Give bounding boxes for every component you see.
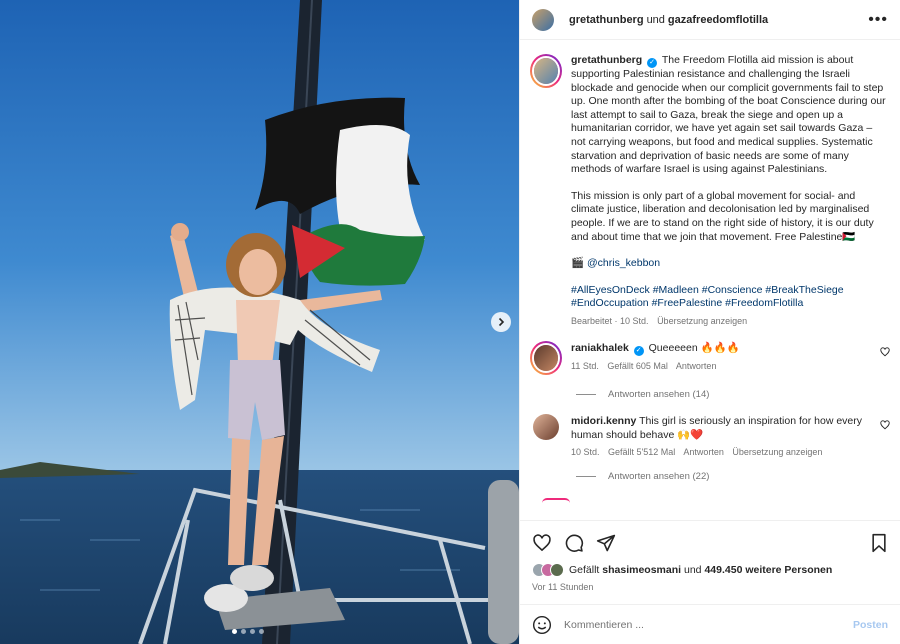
author-username[interactable]: gretathunberg [569,14,644,26]
authors-connector: und [646,13,665,26]
comment-input[interactable] [564,618,853,631]
heart-outline-icon [880,346,890,356]
verified-badge-icon: ✓ [633,345,644,356]
comment-likes-count[interactable]: Gefällt 5'512 Mal [608,447,675,457]
view-replies-label: Antworten ansehen (14) [608,388,710,400]
caption-paragraph-1: The Freedom Flotilla aid mission is abou… [571,54,886,176]
post-header: gretathunberg und gazafreedomflotilla ••• [520,0,900,40]
view-replies-button[interactable]: Antworten ansehen (14) [576,389,890,400]
post-photo [0,0,519,644]
reply-link[interactable]: Antworten [683,447,724,457]
post-authors: gretathunberg und gazafreedomflotilla [569,14,768,26]
clapperboard-icon: 🎬 [571,257,585,270]
paper-plane-icon [596,534,616,552]
collab-avatar[interactable] [532,8,554,31]
chevron-right-icon [498,317,505,327]
like-comment-button[interactable] [880,419,890,457]
save-button[interactable] [870,533,888,553]
post-age: Vor 11 Stunden [532,582,594,592]
hashtag-list: #AllEyesOnDeck #Madleen #Conscience #Bre… [571,284,889,311]
likes-prefix: Gefällt [569,564,600,576]
commenter-avatar[interactable] [533,413,559,440]
instagram-post-dialog: gretathunberg und gazafreedomflotilla ••• … [0,0,900,644]
hashtag-link[interactable]: #AllEyesOnDeck [571,284,650,296]
edited-timestamp: Bearbeitet · 10 Std. [571,315,649,326]
commenter-username[interactable]: raniakhalek [571,342,629,354]
carousel-dot [250,629,255,634]
replies-divider [576,475,596,477]
liker-username[interactable]: shasimeosmani [602,564,681,576]
bookmark-icon [872,533,886,553]
smiley-icon [532,615,552,634]
like-comment-button[interactable] [880,346,890,375]
reply-link[interactable]: Antworten [676,361,717,371]
carousel-dot [259,629,264,634]
likes-summary: Gefällt shasimeosmani und 449.450 weiter… [532,563,888,577]
comment-text: Queeeeen 🔥🔥🔥 [648,341,740,354]
heart-icon [533,534,551,552]
post-caption: gretathunberg ✓ The Freedom Flotilla aid… [530,54,890,329]
comment-composer: Posten [520,604,900,644]
comment-meta: 10 Std. Gefällt 5'512 Mal Antworten Über… [571,447,871,457]
view-replies-label: Antworten ansehen (22) [608,470,710,482]
comment-item: midori.kenny This girl is seriously an i… [530,413,890,457]
caption-username[interactable]: gretathunberg [571,54,642,66]
collaborator-username[interactable]: gazafreedomflotilla [668,14,768,26]
caption-meta: Bearbeitet · 10 Std. Übersetzung anzeige… [571,315,889,329]
carousel-indicator [232,629,264,634]
carousel-next-button[interactable] [491,312,511,332]
hashtag-link[interactable]: #Madleen [653,284,699,296]
heart-outline-icon [880,419,890,429]
share-button[interactable] [596,533,616,553]
post-actions: Gefällt shasimeosmani und 449.450 weiter… [520,520,900,592]
more-options-button[interactable]: ••• [868,11,888,28]
likes-count-link[interactable]: 449.450 weitere Personen [704,564,832,576]
emoji-button[interactable] [532,615,552,635]
liker-avatars [532,563,564,577]
next-comment-avatar [542,497,570,503]
commenter-avatar[interactable] [530,340,562,375]
caption-avatar[interactable] [530,54,562,88]
speech-bubble-icon [565,534,584,552]
credit-mention-link[interactable]: @chris_kebbon [587,257,660,269]
comment-likes-count[interactable]: Gefällt 605 Mal [607,361,668,371]
post-side-panel: gretathunberg und gazafreedomflotilla ••• … [519,0,900,644]
verified-badge-icon: ✓ [647,58,658,68]
like-button[interactable] [532,533,552,553]
carousel-dot [241,629,246,634]
comment-button[interactable] [564,533,584,553]
hashtag-link[interactable]: #FreePalestine [652,297,723,309]
comment-meta: 11 Std. Gefällt 605 Mal Antworten [571,361,871,371]
translate-caption-link[interactable]: Übersetzung anzeigen [657,316,747,326]
hashtag-link[interactable]: #Conscience [702,284,763,296]
translate-comment-link[interactable]: Übersetzung anzeigen [732,447,822,457]
comment-timestamp: 10 Std. [571,446,600,457]
view-replies-button[interactable]: Antworten ansehen (22) [576,471,890,482]
hashtag-link[interactable]: #EndOccupation [571,297,649,309]
hashtag-link[interactable]: #FreedomFlotilla [725,297,803,309]
comment-item: raniakhalek ✓ Queeeeen 🔥🔥🔥 11 Std. Gefäl… [530,340,890,375]
replies-divider [576,393,596,395]
caption-paragraph-2: This mission is only part of a global mo… [571,189,874,243]
hashtag-link[interactable]: #BreakTheSiege [765,284,843,296]
likes-connector: und [684,564,702,576]
post-comment-button[interactable]: Posten [853,619,888,631]
carousel-dot [232,629,237,634]
comment-timestamp: 11 Std. [571,360,599,371]
post-media [0,0,519,644]
caption-text: gretathunberg ✓ The Freedom Flotilla aid… [571,54,889,329]
commenter-username[interactable]: midori.kenny [571,415,636,427]
comments-scroll-area[interactable]: gretathunberg ✓ The Freedom Flotilla aid… [520,40,900,520]
